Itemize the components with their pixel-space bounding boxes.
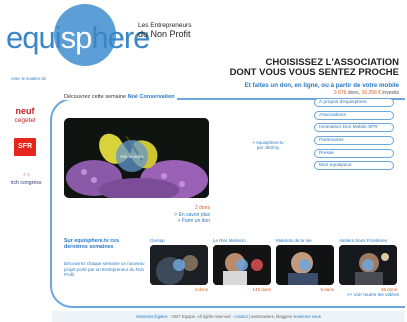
thumb-play-icon[interactable] [173,259,185,271]
donate-link[interactable]: > Faire un don [150,218,210,225]
thumb-play-icon[interactable] [299,259,311,271]
equisphere-logo[interactable]: equisphere [6,22,150,53]
support-link[interactable]: soutenez-nous [293,314,320,319]
latest-videos-description: Découvrez chaque semaine un nouveau proj… [64,261,145,278]
menu-about-button[interactable]: À propos d'equisphere [314,98,394,107]
thumb-image [213,245,271,285]
featured-video-meta: 2 dons > En savoir plus > Faire un don [150,205,210,225]
menu-partners-button[interactable]: Partenaires [314,136,394,146]
page-subline: Et faites un don, en ligne, ou à partir … [244,82,399,89]
see-all-videos-link[interactable]: >> Voir toutes les vidéos [347,293,399,298]
menu-equispace-button[interactable]: Mon equispace [314,161,394,171]
thumb-play-icon[interactable] [362,259,374,271]
legal-link[interactable]: Mentions légales [136,314,167,319]
contact-link[interactable]: contact [234,314,248,319]
video-thumbnails: Gorsap 4 dons Le Rire Médecin 146 dons M… [150,238,398,294]
rich-dots-icon: ⁘⁘ [21,173,31,179]
cegetel-logo-text: cegetel [15,117,37,124]
thumb-image [150,245,208,285]
page-headline: CHOISISSEZ L'ASSOCIATION DONT VOUS VOUS … [229,57,399,79]
video-thumb[interactable]: Matelots de la Vie 5 dons [276,238,334,294]
tagline: Les Entrepreneurs du Non Profit [138,22,192,40]
week-title: Découvrez cette semaine Noé Conservation [62,94,177,100]
rich-congress-logo[interactable]: ⁘⁘ rich congress [6,173,46,191]
latest-videos-title: Sur equisphere.tv ces dernières semaines [64,238,120,251]
play-video-label[interactable]: Voir la vidéo [120,154,143,159]
week-association-link[interactable]: Noé Conservation [128,94,175,100]
sponsor-caption: Avec le soutien de [10,76,46,81]
video-thumb[interactable]: Gorsap 4 dons [150,238,208,294]
thumb-image [276,245,334,285]
donation-counters: 3 676 dons, 16 256 € investis [333,90,399,96]
menu-associations-button[interactable]: Associations [314,110,394,120]
menu-innovation-button[interactable]: Innovation Don Mobile SFR [314,123,394,133]
video-thumb[interactable]: Le Rire Médecin 146 dons [213,238,271,294]
video-thumb[interactable]: Ateliers Sans Frontières 45 dons [339,238,397,294]
neuf-logo-text: neuf [16,106,36,116]
featured-video[interactable]: Voir la vidéo [64,118,209,198]
thumb-image [339,245,397,285]
sfr-logo[interactable]: SFR [14,138,36,156]
menu-press-button[interactable]: Presse [314,148,394,158]
equisphere-tv-note[interactable]: > equisphere.tv par Jérémy [248,140,288,151]
side-menu: À propos d'equisphere Associations Innov… [314,98,394,174]
neuf-cegetel-logo[interactable]: neuf cegetel [6,106,44,124]
footer: Mentions légales - 2007 Equipé. All righ… [52,311,405,322]
thumb-play-icon[interactable] [236,259,248,271]
